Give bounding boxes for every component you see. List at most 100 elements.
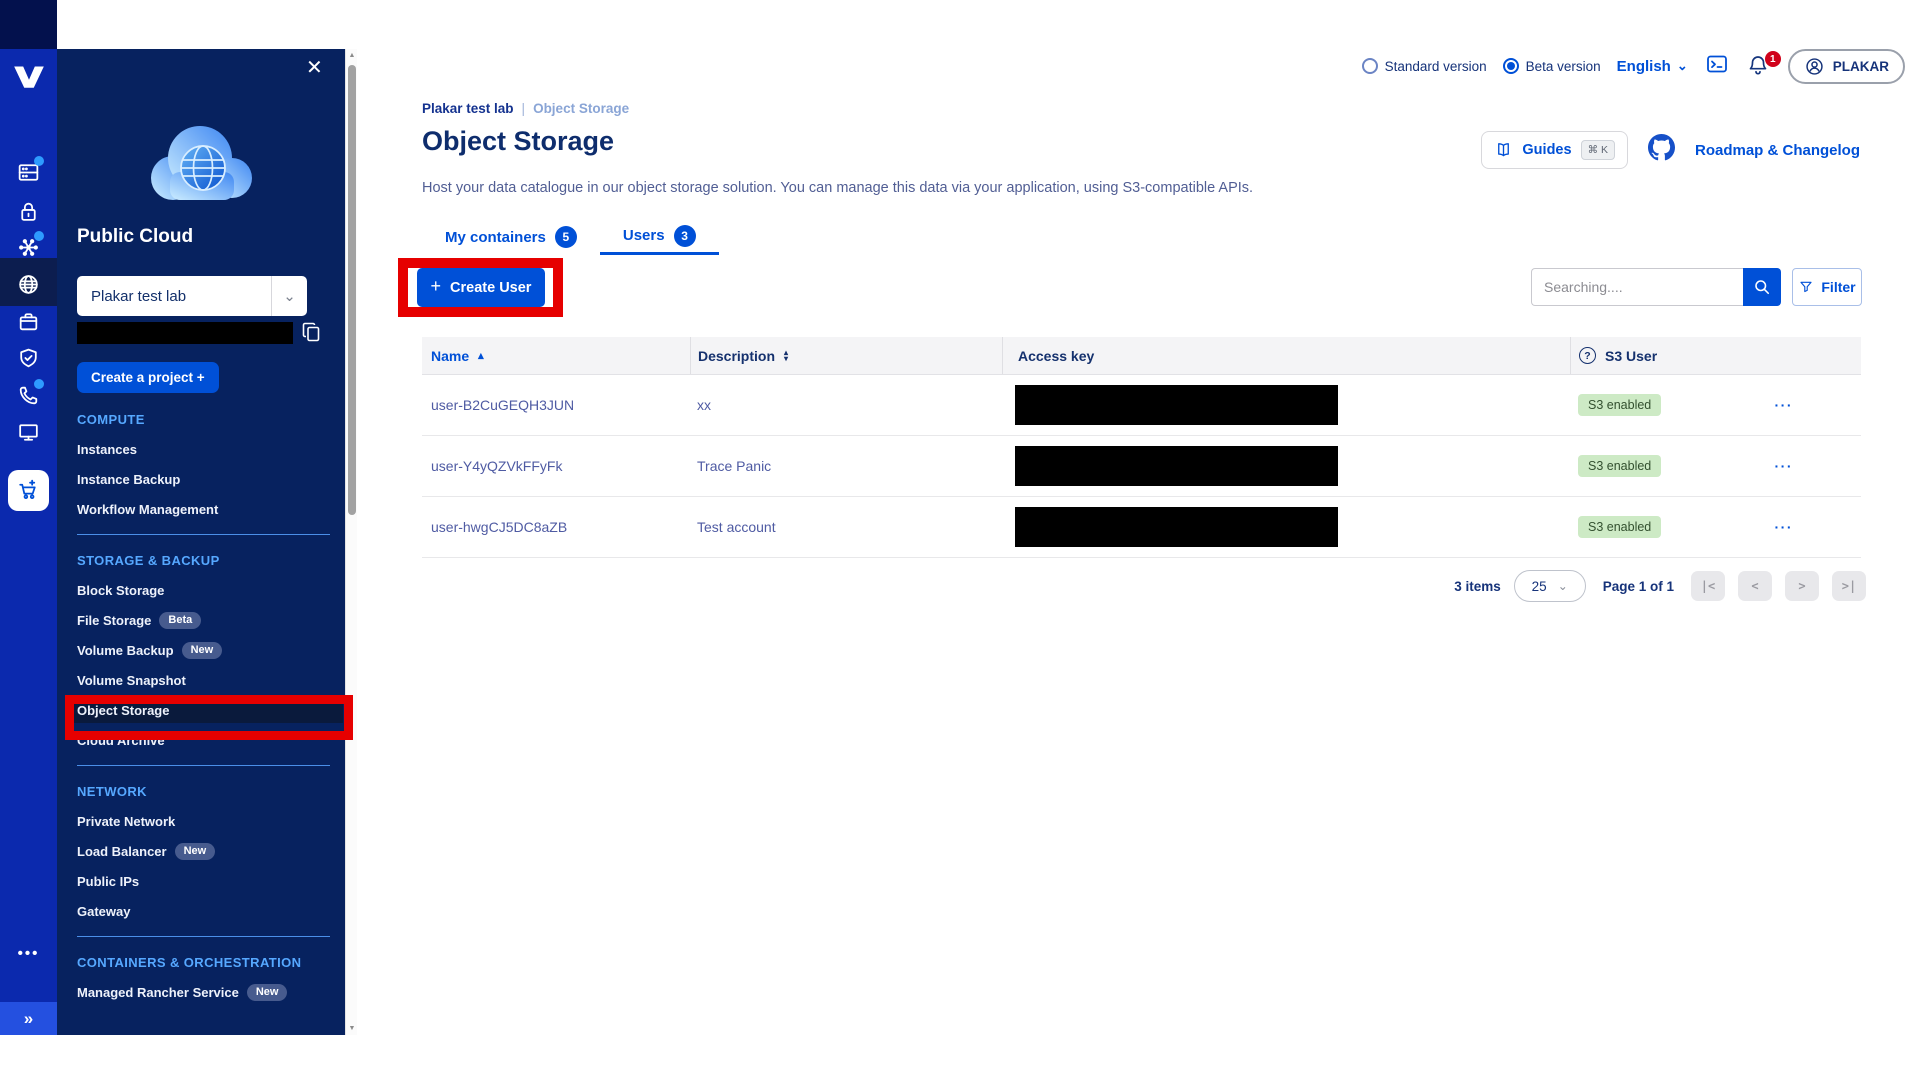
- help-icon[interactable]: ?: [1579, 347, 1596, 364]
- sidebar-item-workflow-management[interactable]: Workflow Management: [77, 494, 330, 524]
- web-console-icon[interactable]: [1704, 52, 1730, 81]
- sidebar-item-cloud-archive[interactable]: Cloud Archive: [77, 725, 330, 755]
- search-bar: [1531, 268, 1781, 306]
- user-description: xx: [690, 397, 1002, 413]
- table-row: user-hwgCJ5DC8aZB Test account S3 enable…: [422, 497, 1861, 558]
- new-badge: New: [247, 984, 288, 1001]
- notification-dot: [34, 379, 44, 389]
- column-header-name[interactable]: Name ▴: [422, 337, 690, 374]
- sidebar-item-load-balancer[interactable]: Load BalancerNew: [77, 836, 330, 866]
- more-options-icon[interactable]: •••: [0, 945, 57, 962]
- page-title: Object Storage: [422, 126, 614, 157]
- search-button[interactable]: [1743, 268, 1781, 306]
- tab-users[interactable]: Users 3: [600, 219, 719, 255]
- standard-version-radio[interactable]: Standard version: [1362, 58, 1487, 74]
- funnel-icon: [1798, 279, 1814, 295]
- book-icon: [1494, 141, 1513, 160]
- search-input[interactable]: [1531, 268, 1743, 306]
- scroll-down-icon[interactable]: ▼: [346, 1025, 358, 1032]
- section-header-compute: COMPUTE: [77, 404, 330, 434]
- expand-sidebar-button[interactable]: »: [0, 1002, 57, 1035]
- sidebar-item-file-storage[interactable]: File StorageBeta: [77, 605, 330, 635]
- create-project-button[interactable]: Create a project +: [77, 362, 219, 393]
- chevron-down-icon[interactable]: ⌄: [271, 276, 307, 316]
- sidebar-item-private-network[interactable]: Private Network: [77, 806, 330, 836]
- s3-status-badge: S3 enabled: [1578, 455, 1661, 477]
- user-name[interactable]: user-Y4yQZVkFFyFk: [422, 458, 690, 474]
- topbar: Standard version Beta version English ⌄ …: [1362, 49, 1905, 83]
- keyboard-shortcut-badge: ⌘ K: [1581, 140, 1615, 160]
- shield-icon[interactable]: [16, 346, 41, 371]
- create-user-button[interactable]: + Create User: [417, 268, 545, 307]
- sidebar-item-instances[interactable]: Instances: [77, 434, 330, 464]
- section-header-storage-backup: STORAGE & BACKUP: [77, 545, 330, 575]
- account-menu[interactable]: PLAKAR: [1788, 49, 1905, 84]
- sidebar-item-object-storage[interactable]: Object Storage: [73, 697, 343, 723]
- user-name[interactable]: user-B2CuGEQH3JUN: [422, 397, 690, 413]
- previous-page-button[interactable]: <: [1738, 571, 1772, 601]
- sort-icon[interactable]: ▴▾: [784, 350, 788, 361]
- language-selector[interactable]: English ⌄: [1617, 58, 1688, 75]
- divider: [77, 524, 330, 545]
- guides-button[interactable]: Guides ⌘ K: [1481, 131, 1628, 169]
- row-actions-menu-icon[interactable]: ···: [1775, 519, 1794, 535]
- column-header-description[interactable]: Description ▴▾: [690, 337, 1002, 374]
- section-header-network: NETWORK: [77, 776, 330, 806]
- sidebar-item-managed-rancher[interactable]: Managed Rancher ServiceNew: [77, 977, 330, 1007]
- next-page-button[interactable]: >: [1785, 571, 1819, 601]
- github-icon[interactable]: [1648, 134, 1675, 166]
- cloud-illustration: [128, 108, 273, 218]
- sidebar-nav: COMPUTE Instances Instance Backup Workfl…: [77, 404, 330, 1007]
- roadmap-changelog-link[interactable]: Roadmap & Changelog: [1695, 142, 1860, 159]
- user-name[interactable]: user-hwgCJ5DC8aZB: [422, 519, 690, 535]
- lock-icon[interactable]: [16, 199, 41, 224]
- close-icon[interactable]: ✕: [306, 58, 323, 78]
- title-actions: Guides ⌘ K Roadmap & Changelog: [1481, 131, 1860, 169]
- breadcrumb-parent[interactable]: Plakar test lab: [422, 101, 514, 116]
- redacted-access-key: [1015, 446, 1338, 486]
- sidebar-item-gateway[interactable]: Gateway: [77, 896, 330, 926]
- items-count: 3 items: [1454, 579, 1501, 594]
- plus-icon: +: [431, 276, 442, 297]
- user-description: Test account: [690, 519, 1002, 535]
- screen-icon[interactable]: [16, 420, 41, 445]
- radio-checked-icon[interactable]: [1503, 58, 1519, 74]
- row-actions-menu-icon[interactable]: ···: [1775, 397, 1794, 413]
- redacted-access-key: [1015, 385, 1338, 425]
- cart-icon[interactable]: [8, 470, 49, 511]
- sidebar-item-block-storage[interactable]: Block Storage: [77, 575, 330, 605]
- sidebar-scrollbar[interactable]: ▲ ▼: [345, 49, 357, 1035]
- rail-top-cap: [0, 0, 57, 49]
- bag-icon[interactable]: [16, 309, 41, 334]
- s3-status-badge: S3 enabled: [1578, 516, 1661, 538]
- radio-unchecked-icon[interactable]: [1362, 58, 1378, 74]
- project-selector[interactable]: Plakar test lab ⌄: [77, 276, 307, 316]
- notifications-bell-icon[interactable]: 1: [1746, 53, 1772, 79]
- table-row: user-B2CuGEQH3JUN xx S3 enabled ···: [422, 375, 1861, 436]
- page-size-select[interactable]: 25 ⌄: [1514, 570, 1586, 602]
- tab-my-containers[interactable]: My containers 5: [422, 219, 600, 255]
- redacted-project-id: [77, 322, 293, 344]
- beta-badge: Beta: [159, 612, 201, 629]
- beta-version-radio[interactable]: Beta version: [1503, 58, 1601, 74]
- filter-button[interactable]: Filter: [1792, 268, 1862, 306]
- sort-ascending-icon[interactable]: ▴: [478, 349, 484, 362]
- row-actions-menu-icon[interactable]: ···: [1775, 458, 1794, 474]
- notification-count-badge: 1: [1765, 51, 1781, 67]
- globe-icon[interactable]: [16, 272, 41, 297]
- sidebar-item-volume-backup[interactable]: Volume BackupNew: [77, 635, 330, 665]
- sidebar-item-public-ips[interactable]: Public IPs: [77, 866, 330, 896]
- scroll-up-icon[interactable]: ▲: [346, 52, 358, 59]
- divider: [77, 755, 330, 776]
- new-badge: New: [182, 642, 223, 659]
- sidebar-item-instance-backup[interactable]: Instance Backup: [77, 464, 330, 494]
- tab-count-badge: 3: [674, 225, 696, 247]
- copy-icon[interactable]: [300, 320, 322, 344]
- tab-bar: My containers 5 Users 3: [422, 219, 719, 255]
- sidebar-item-volume-snapshot[interactable]: Volume Snapshot: [77, 665, 330, 695]
- scrollbar-thumb[interactable]: [348, 65, 356, 515]
- breadcrumb-current: Object Storage: [533, 101, 629, 116]
- last-page-button[interactable]: >|: [1832, 571, 1866, 601]
- first-page-button[interactable]: |<: [1691, 571, 1725, 601]
- panel-title: Public Cloud: [77, 226, 193, 248]
